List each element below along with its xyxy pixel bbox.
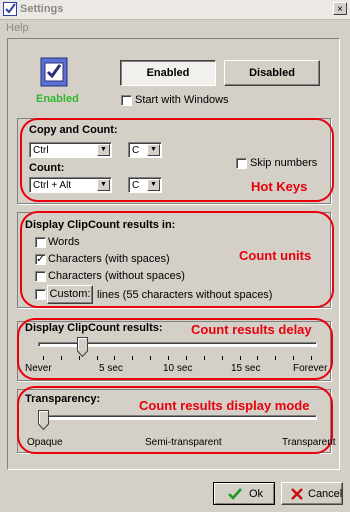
- chevron-down-icon: ▼: [97, 144, 110, 156]
- custom-button[interactable]: Custom:: [47, 285, 93, 304]
- chars-without-spaces-label: Characters (without spaces): [48, 270, 185, 282]
- custom-checkbox[interactable]: [35, 289, 46, 300]
- count-key-select[interactable]: C ▼: [128, 177, 162, 193]
- title-bar: Settings ×: [0, 0, 350, 20]
- delay-slider-thumb[interactable]: [77, 337, 88, 357]
- count-key-value: C: [132, 180, 140, 191]
- delay-annotation: Count results delay: [191, 322, 312, 337]
- copy-and-count-label: Copy and Count:: [29, 124, 118, 136]
- custom-lines-label: lines (55 characters without spaces): [97, 289, 273, 301]
- checkmark-icon: [228, 488, 242, 500]
- delay-tick: [150, 356, 151, 360]
- delay-tick: [132, 356, 133, 360]
- cancel-button[interactable]: Cancel: [281, 482, 343, 505]
- skip-numbers-label: Skip numbers: [250, 157, 318, 169]
- start-with-windows-label: Start with Windows: [135, 94, 229, 106]
- chevron-down-icon: ▼: [147, 144, 160, 156]
- delay-tick: [257, 356, 258, 360]
- delay-tick: [240, 356, 241, 360]
- chevron-down-icon: ▼: [97, 179, 110, 191]
- units-header: Display ClipCount results in:: [25, 219, 176, 231]
- chevron-down-icon: ▼: [147, 179, 160, 191]
- close-button[interactable]: ×: [333, 2, 347, 15]
- delay-tick: [275, 356, 276, 360]
- x-icon: [291, 488, 303, 500]
- delay-tick-label: Forever: [293, 363, 328, 374]
- status-enabled-label: Enabled: [36, 93, 79, 105]
- delay-tick-label: 10 sec: [163, 363, 193, 374]
- delay-tick: [204, 356, 205, 360]
- delay-tick: [61, 356, 62, 360]
- copy-modifier-value: Ctrl: [33, 145, 49, 156]
- start-with-windows-checkbox[interactable]: [121, 95, 132, 106]
- cancel-label: Cancel: [308, 488, 343, 500]
- delay-tick: [97, 356, 98, 360]
- hotkeys-annotation: Hot Keys: [251, 179, 308, 194]
- ok-button[interactable]: Ok: [213, 482, 275, 505]
- checkbox-app-icon: [3, 2, 17, 16]
- ok-label: Ok: [249, 488, 264, 500]
- app-status-icon: [40, 57, 68, 87]
- transparency-header: Transparency:: [25, 393, 101, 405]
- delay-tick: [79, 356, 80, 360]
- delay-tick: [186, 356, 187, 360]
- transparency-annotation: Count results display mode: [139, 398, 310, 413]
- chars-without-spaces-checkbox[interactable]: [35, 271, 46, 282]
- delay-tick: [293, 356, 294, 360]
- skip-numbers-checkbox[interactable]: [236, 158, 247, 169]
- words-label: Words: [48, 236, 80, 248]
- words-checkbox[interactable]: [35, 237, 46, 248]
- copy-key-select[interactable]: C ▼: [128, 142, 162, 158]
- transparency-tick-label: Transparent: [282, 437, 336, 448]
- delay-tick: [43, 356, 44, 360]
- count-modifier-value: Ctrl + Alt: [33, 180, 72, 191]
- transparency-slider-thumb[interactable]: [38, 410, 49, 430]
- transparency-slider-track[interactable]: [38, 415, 317, 420]
- delay-tick: [114, 356, 115, 360]
- copy-key-value: C: [132, 145, 140, 156]
- chars-with-spaces-label: Characters (with spaces): [48, 253, 170, 265]
- chars-with-spaces-checkbox[interactable]: ✓: [35, 254, 46, 265]
- delay-tick: [311, 356, 312, 360]
- disabled-button[interactable]: Disabled: [224, 60, 320, 86]
- transparency-tick-label: Semi-transparent: [145, 437, 222, 448]
- delay-tick: [222, 356, 223, 360]
- window-title: Settings: [20, 3, 64, 15]
- copy-modifier-select[interactable]: Ctrl ▼: [29, 142, 112, 158]
- delay-tick-label: 5 sec: [99, 363, 123, 374]
- delay-header: Display ClipCount results:: [25, 322, 163, 334]
- count-label: Count:: [29, 162, 65, 174]
- units-annotation: Count units: [239, 248, 312, 263]
- transparency-tick-label: Opaque: [27, 437, 63, 448]
- enabled-button[interactable]: Enabled: [120, 60, 216, 86]
- delay-tick-label: 15 sec: [231, 363, 261, 374]
- delay-tick: [168, 356, 169, 360]
- count-modifier-select[interactable]: Ctrl + Alt ▼: [29, 177, 112, 193]
- delay-tick-label: Never: [25, 363, 52, 374]
- menu-help[interactable]: Help: [6, 22, 29, 34]
